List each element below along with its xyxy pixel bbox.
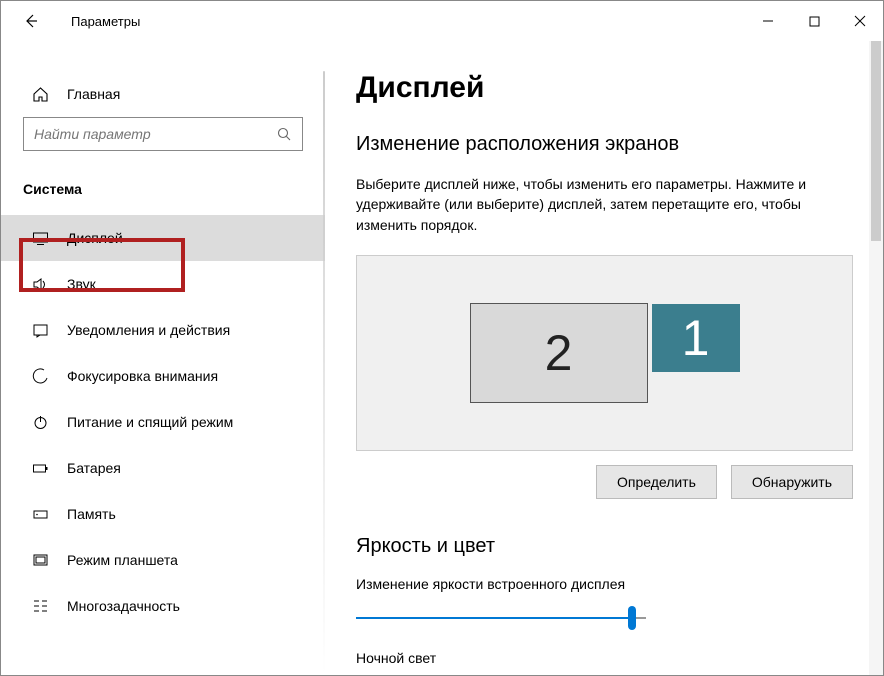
battery-icon: [31, 459, 49, 477]
sidebar-divider: [323, 71, 325, 675]
sidebar-item-storage[interactable]: Память: [1, 491, 325, 537]
scrollbar-thumb[interactable]: [871, 41, 881, 241]
sidebar-item-label: Дисплей: [67, 230, 123, 246]
storage-icon: [31, 505, 49, 523]
sidebar-item-label: Звук: [67, 276, 96, 292]
search-input[interactable]: [34, 126, 277, 142]
minimize-button[interactable]: [745, 1, 791, 41]
sidebar-item-home[interactable]: Главная: [1, 71, 325, 117]
brightness-slider[interactable]: [356, 608, 646, 628]
sidebar-item-focus[interactable]: Фокусировка внимания: [1, 353, 325, 399]
sidebar-item-battery[interactable]: Батарея: [1, 445, 325, 491]
display-arrangement-canvas[interactable]: 2 1: [356, 255, 853, 451]
detect-button[interactable]: Обнаружить: [731, 465, 853, 499]
sidebar-item-sound[interactable]: Звук: [1, 261, 325, 307]
sidebar-item-label: Уведомления и действия: [67, 322, 230, 338]
display-icon: [31, 229, 49, 247]
tablet-icon: [31, 551, 49, 569]
maximize-button[interactable]: [791, 1, 837, 41]
sidebar-item-label: Батарея: [67, 460, 121, 476]
sidebar-item-power[interactable]: Питание и спящий режим: [1, 399, 325, 445]
brightness-heading: Яркость и цвет: [356, 535, 853, 558]
brightness-slider-label: Изменение яркости встроенного дисплея: [356, 576, 853, 592]
search-icon: [277, 127, 292, 142]
sound-icon: [31, 275, 49, 293]
slider-fill: [356, 617, 632, 619]
window-title: Параметры: [51, 14, 140, 29]
sidebar-item-label: Питание и спящий режим: [67, 414, 233, 430]
night-light-label: Ночной свет: [356, 650, 853, 666]
monitor-2[interactable]: 2: [470, 303, 648, 403]
page-title: Дисплей: [356, 71, 853, 105]
notifications-icon: [31, 321, 49, 339]
sidebar-item-multitasking[interactable]: Многозадачность: [1, 583, 325, 629]
monitor-1[interactable]: 1: [652, 304, 740, 372]
sidebar-item-label: Режим планшета: [67, 552, 178, 568]
back-button[interactable]: [11, 1, 51, 41]
focus-icon: [31, 367, 49, 385]
sidebar-item-notifications[interactable]: Уведомления и действия: [1, 307, 325, 353]
sidebar-item-display[interactable]: Дисплей: [1, 215, 325, 261]
identify-button[interactable]: Определить: [596, 465, 717, 499]
close-button[interactable]: [837, 1, 883, 41]
slider-thumb[interactable]: [628, 606, 636, 630]
search-input-wrap[interactable]: [23, 117, 303, 151]
home-icon: [31, 85, 49, 103]
multitasking-icon: [31, 597, 49, 615]
scrollbar[interactable]: [869, 41, 883, 675]
rearrange-instruction: Выберите дисплей ниже, чтобы изменить ег…: [356, 174, 853, 235]
sidebar-item-label: Многозадачность: [67, 598, 180, 614]
sidebar-section-label: Система: [1, 171, 325, 215]
sidebar-item-tablet[interactable]: Режим планшета: [1, 537, 325, 583]
sidebar-item-label: Главная: [67, 86, 120, 102]
sidebar-item-label: Память: [67, 506, 116, 522]
sidebar-item-label: Фокусировка внимания: [67, 368, 218, 384]
rearrange-heading: Изменение расположения экранов: [356, 133, 853, 156]
power-icon: [31, 413, 49, 431]
